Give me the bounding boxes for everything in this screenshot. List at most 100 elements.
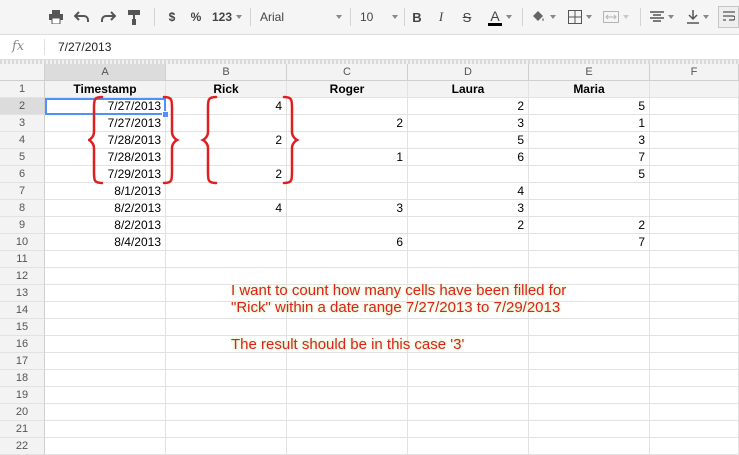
row-header-14[interactable]: 14 xyxy=(0,302,45,319)
number-format-dropdown[interactable]: 123 xyxy=(208,6,246,28)
currency-format-button[interactable]: $ xyxy=(162,6,182,28)
cell-f11[interactable] xyxy=(650,251,739,268)
cell-c1[interactable]: Roger xyxy=(287,81,408,98)
cell-a7[interactable]: 8/1/2013 xyxy=(45,183,166,200)
wrap-text-button[interactable] xyxy=(718,6,739,28)
cell-a18[interactable] xyxy=(45,370,166,387)
row-header-5[interactable]: 5 xyxy=(0,149,45,166)
cell-e7[interactable] xyxy=(529,183,650,200)
cell-f6[interactable] xyxy=(650,166,739,183)
cell-c3[interactable]: 2 xyxy=(287,115,408,132)
cell-b22[interactable] xyxy=(166,438,287,455)
row-header-8[interactable]: 8 xyxy=(0,200,45,217)
cell-f19[interactable] xyxy=(650,387,739,404)
cell-a21[interactable] xyxy=(45,421,166,438)
cell-e22[interactable] xyxy=(529,438,650,455)
cell-f7[interactable] xyxy=(650,183,739,200)
cell-d9[interactable]: 2 xyxy=(408,217,529,234)
cell-b19[interactable] xyxy=(166,387,287,404)
cell-a5[interactable]: 7/28/2013 xyxy=(45,149,166,166)
cell-e6[interactable]: 5 xyxy=(529,166,650,183)
cell-e15[interactable] xyxy=(529,319,650,336)
column-header-f[interactable]: F xyxy=(650,64,739,81)
cell-a20[interactable] xyxy=(45,404,166,421)
cell-a1[interactable]: Timestamp xyxy=(45,81,166,98)
font-family-dropdown[interactable]: Arial xyxy=(256,6,346,28)
cell-e11[interactable] xyxy=(529,251,650,268)
cell-f2[interactable] xyxy=(650,98,739,115)
cell-d20[interactable] xyxy=(408,404,529,421)
cell-f20[interactable] xyxy=(650,404,739,421)
row-header-17[interactable]: 17 xyxy=(0,353,45,370)
cell-f16[interactable] xyxy=(650,336,739,353)
cell-f4[interactable] xyxy=(650,132,739,149)
italic-button[interactable]: I xyxy=(432,6,450,28)
row-header-4[interactable]: 4 xyxy=(0,132,45,149)
cell-b15[interactable] xyxy=(166,319,287,336)
cell-e8[interactable] xyxy=(529,200,650,217)
cell-b9[interactable] xyxy=(166,217,287,234)
cell-d15[interactable] xyxy=(408,319,529,336)
cell-d11[interactable] xyxy=(408,251,529,268)
percent-format-button[interactable]: % xyxy=(186,6,206,28)
row-header-16[interactable]: 16 xyxy=(0,336,45,353)
cell-a2[interactable]: 7/27/2013 xyxy=(45,98,166,115)
cell-c18[interactable] xyxy=(287,370,408,387)
select-all-corner[interactable] xyxy=(0,64,45,81)
cell-d18[interactable] xyxy=(408,370,529,387)
cell-c10[interactable]: 6 xyxy=(287,234,408,251)
cell-b7[interactable] xyxy=(166,183,287,200)
cell-d7[interactable]: 4 xyxy=(408,183,529,200)
cell-a3[interactable]: 7/27/2013 xyxy=(45,115,166,132)
merge-cells-dropdown[interactable] xyxy=(598,6,634,28)
cell-b3[interactable] xyxy=(166,115,287,132)
cell-d8[interactable]: 3 xyxy=(408,200,529,217)
cell-b21[interactable] xyxy=(166,421,287,438)
cell-b2[interactable]: 4 xyxy=(166,98,287,115)
bold-button[interactable]: B xyxy=(408,6,426,28)
cell-d4[interactable]: 5 xyxy=(408,132,529,149)
cell-e3[interactable]: 1 xyxy=(529,115,650,132)
cell-c21[interactable] xyxy=(287,421,408,438)
row-header-3[interactable]: 3 xyxy=(0,115,45,132)
cell-c9[interactable] xyxy=(287,217,408,234)
cell-e16[interactable] xyxy=(529,336,650,353)
row-header-18[interactable]: 18 xyxy=(0,370,45,387)
cell-a9[interactable]: 8/2/2013 xyxy=(45,217,166,234)
cell-d6[interactable] xyxy=(408,166,529,183)
row-header-21[interactable]: 21 xyxy=(0,421,45,438)
cell-b6[interactable]: 2 xyxy=(166,166,287,183)
strikethrough-button[interactable]: S xyxy=(458,6,476,28)
cell-f17[interactable] xyxy=(650,353,739,370)
cell-b11[interactable] xyxy=(166,251,287,268)
cell-d10[interactable] xyxy=(408,234,529,251)
row-header-22[interactable]: 22 xyxy=(0,438,45,455)
cell-b4[interactable]: 2 xyxy=(166,132,287,149)
cell-c4[interactable] xyxy=(287,132,408,149)
cell-f18[interactable] xyxy=(650,370,739,387)
cell-d19[interactable] xyxy=(408,387,529,404)
cell-c11[interactable] xyxy=(287,251,408,268)
cell-f13[interactable] xyxy=(650,285,739,302)
cell-a13[interactable] xyxy=(45,285,166,302)
cell-f21[interactable] xyxy=(650,421,739,438)
column-header-a[interactable]: A xyxy=(45,64,166,81)
cell-d5[interactable]: 6 xyxy=(408,149,529,166)
cell-f15[interactable] xyxy=(650,319,739,336)
cell-a17[interactable] xyxy=(45,353,166,370)
row-header-7[interactable]: 7 xyxy=(0,183,45,200)
print-icon[interactable] xyxy=(44,6,68,28)
cell-a6[interactable]: 7/29/2013 xyxy=(45,166,166,183)
cell-e2[interactable]: 5 xyxy=(529,98,650,115)
cell-a4[interactable]: 7/28/2013 xyxy=(45,132,166,149)
fill-handle[interactable] xyxy=(162,111,169,118)
row-header-1[interactable]: 1 xyxy=(0,81,45,98)
cell-e19[interactable] xyxy=(529,387,650,404)
cell-d2[interactable]: 2 xyxy=(408,98,529,115)
row-header-11[interactable]: 11 xyxy=(0,251,45,268)
cell-c2[interactable] xyxy=(287,98,408,115)
cell-b5[interactable] xyxy=(166,149,287,166)
cell-f1[interactable] xyxy=(650,81,739,98)
cell-b20[interactable] xyxy=(166,404,287,421)
column-header-d[interactable]: D xyxy=(408,64,529,81)
